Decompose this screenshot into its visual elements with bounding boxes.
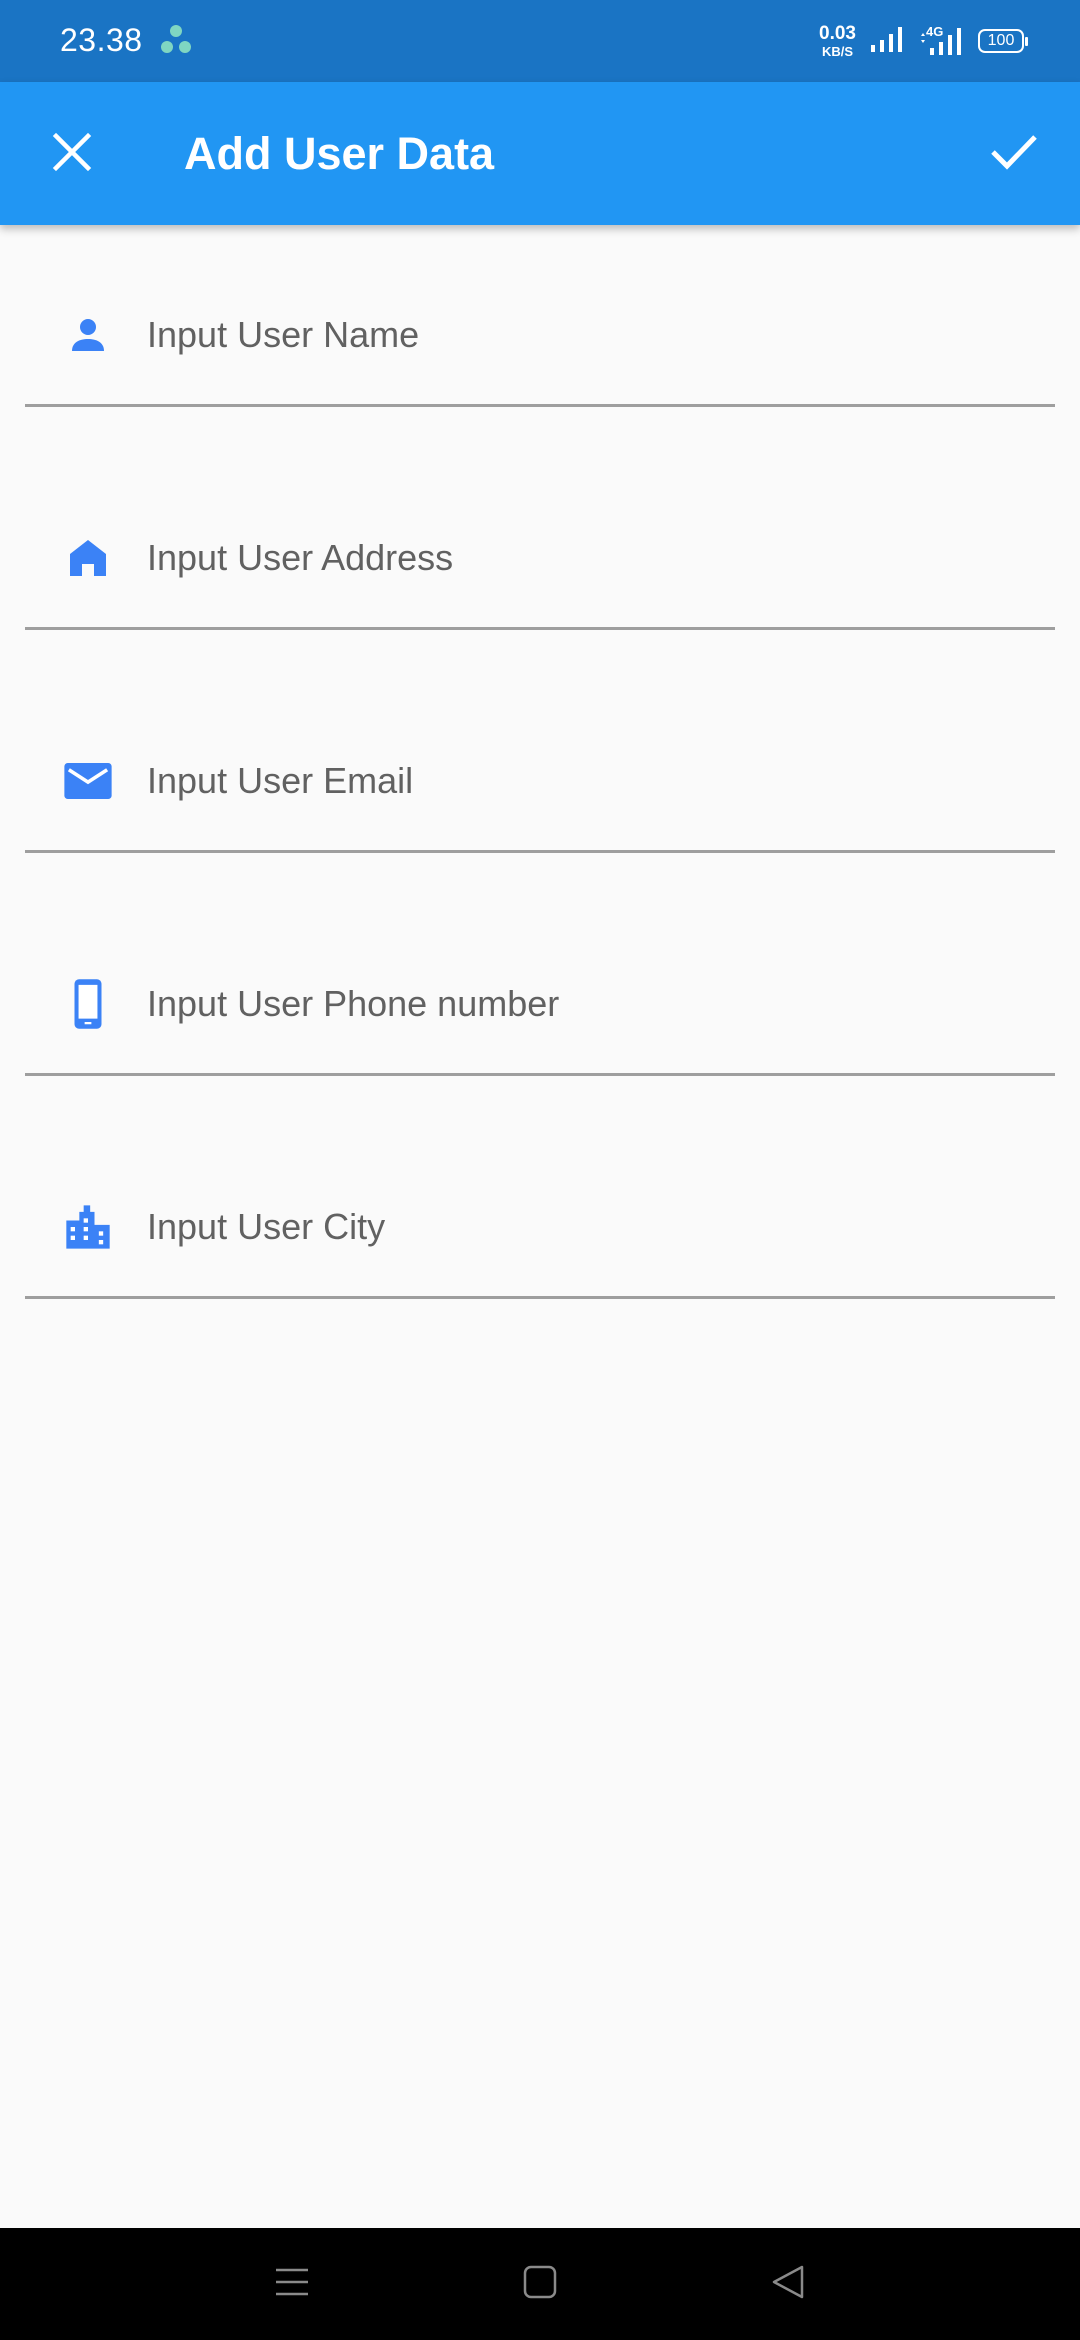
app-notification-icon [158, 22, 194, 58]
person-icon [58, 305, 118, 365]
system-nav-bar [0, 2228, 1080, 2340]
user-address-input[interactable] [147, 528, 1027, 588]
menu-icon [274, 2264, 310, 2305]
email-field [25, 671, 1055, 853]
user-phone-input[interactable] [147, 974, 1027, 1034]
home-square-icon [522, 2264, 558, 2305]
status-bar: 23.38 0.03 KB/S 4G 100 [0, 0, 1080, 82]
phone-field [25, 894, 1055, 1076]
network-speed-value: 0.03 [819, 23, 856, 44]
network-speed-unit: KB/S [821, 44, 854, 59]
status-indicators: 0.03 KB/S 4G 100 [819, 20, 1028, 62]
close-button[interactable] [36, 118, 108, 190]
field-underline [25, 404, 1055, 407]
field-underline [25, 1296, 1055, 1299]
close-icon [52, 132, 92, 177]
battery-icon: 100 [978, 29, 1028, 53]
save-button[interactable] [974, 116, 1054, 192]
field-underline [25, 627, 1055, 630]
recent-apps-button[interactable] [262, 2254, 322, 2314]
city-field [25, 1117, 1055, 1299]
city-icon [58, 1197, 118, 1257]
home-button[interactable] [510, 2254, 570, 2314]
back-button[interactable] [758, 2254, 818, 2314]
network-speed: 0.03 KB/S [819, 24, 856, 58]
status-time: 23.38 [60, 22, 143, 58]
battery-level: 100 [987, 32, 1015, 49]
user-city-input[interactable] [147, 1197, 1027, 1257]
check-icon [990, 133, 1038, 176]
name-field [25, 225, 1055, 407]
phone-icon [58, 974, 118, 1034]
user-email-input[interactable] [147, 751, 1027, 811]
user-name-input[interactable] [147, 305, 1027, 365]
back-triangle-icon [770, 2264, 806, 2305]
email-icon [58, 751, 118, 811]
signal-icon [870, 25, 906, 58]
signal-4g-icon: 4G [920, 24, 964, 56]
app-bar: Add User Data [0, 82, 1080, 225]
field-underline [25, 850, 1055, 853]
address-field [25, 448, 1055, 630]
field-underline [25, 1073, 1055, 1076]
page-title: Add User Data [184, 128, 495, 179]
home-icon [58, 528, 118, 588]
